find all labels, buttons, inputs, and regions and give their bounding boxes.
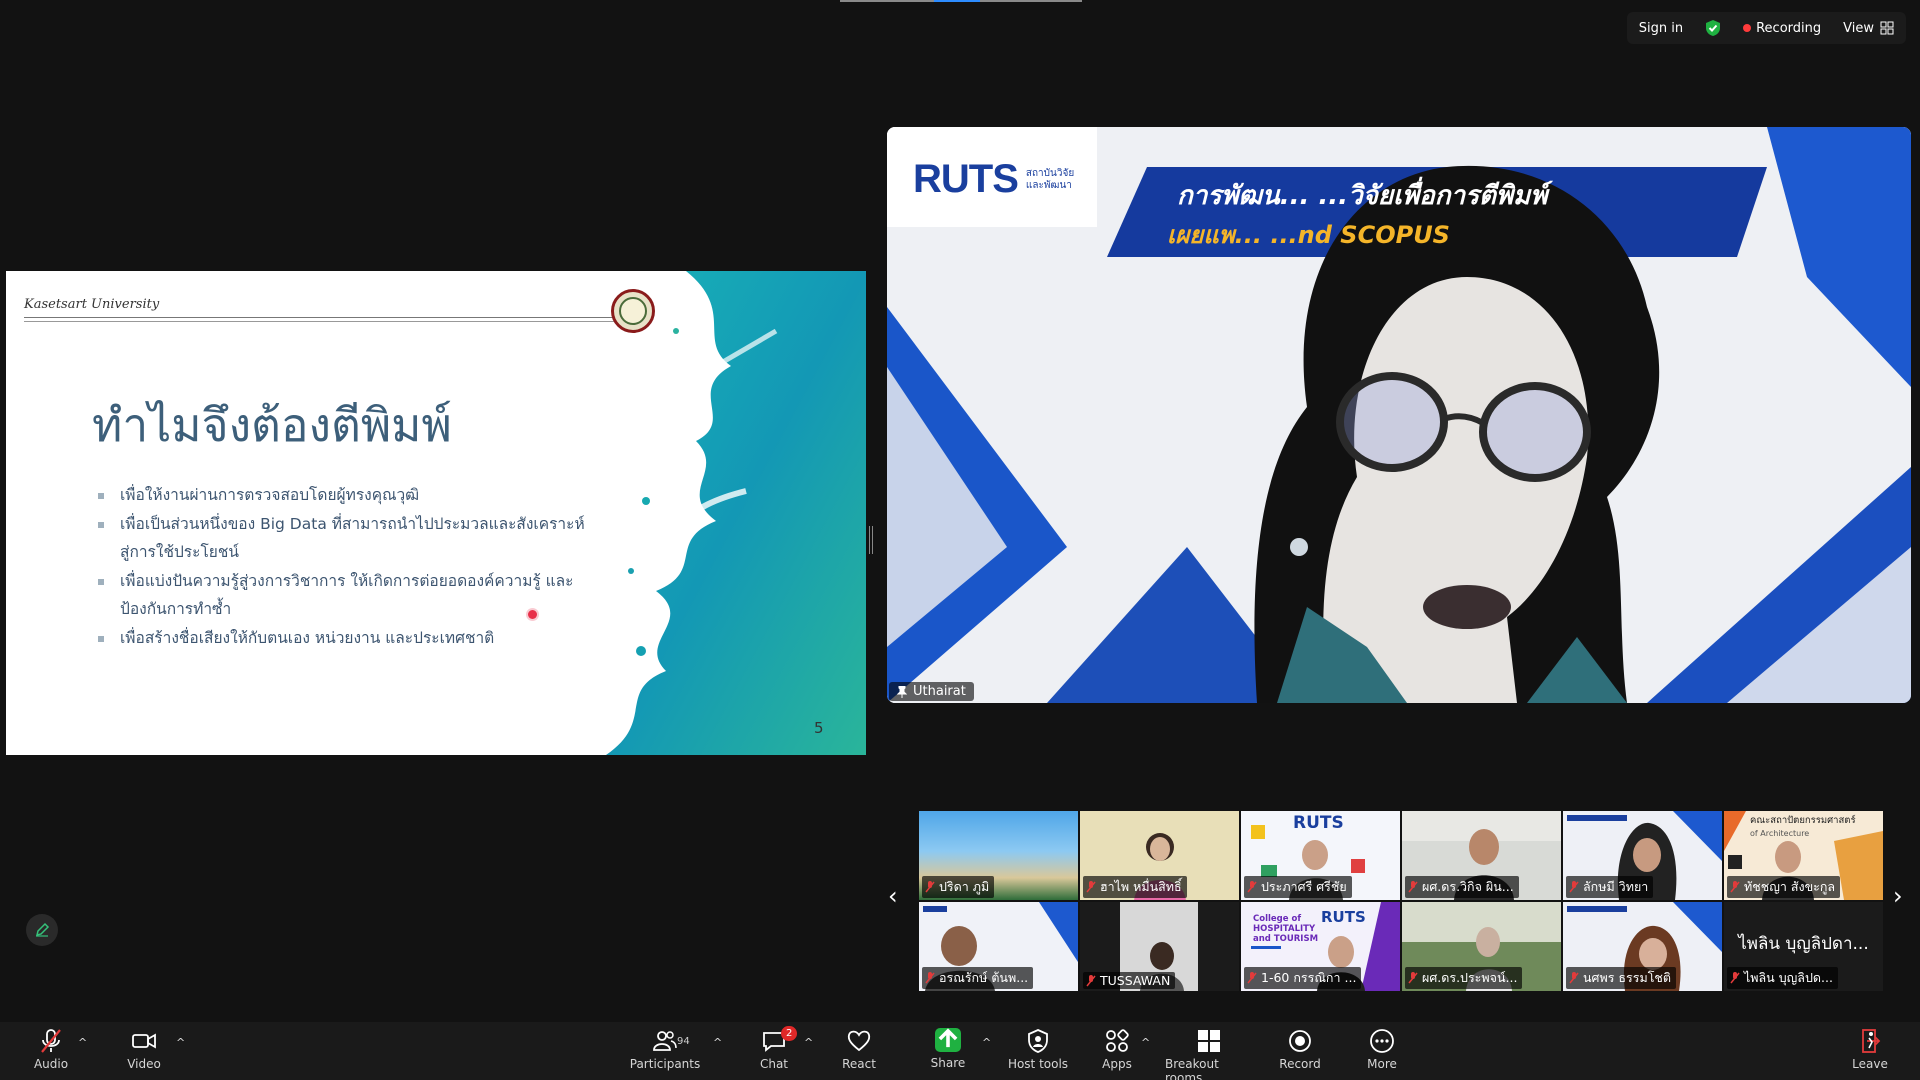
meeting-toolbar: Audio ^ Video ^ 94 Participants ^ 2 Chat… <box>0 1022 1920 1080</box>
view-button[interactable]: View <box>1843 21 1894 36</box>
gallery-next-button[interactable]: › <box>1893 882 1903 910</box>
record-icon <box>1289 1030 1311 1052</box>
participant-tile[interactable]: อรณรักษ์ ต้นพ... <box>919 902 1078 991</box>
chat-unread-badge: 2 <box>781 1026 798 1041</box>
more-button[interactable]: More <box>1339 1028 1425 1071</box>
apps-button[interactable]: Apps <box>1074 1028 1160 1071</box>
apps-options-caret[interactable]: ^ <box>1141 1036 1150 1049</box>
participants-icon <box>653 1031 677 1051</box>
share-arrow-icon <box>938 1027 958 1047</box>
header-rule <box>24 317 614 318</box>
banner-subtitle: เผยแพ... ...nd SCOPUS <box>1167 221 1450 249</box>
university-seal-icon <box>611 289 655 333</box>
mic-muted-icon <box>41 1029 61 1053</box>
speaker-video[interactable]: RUTS สถาบันวิจัย และพัฒนา การพัฒน... ...… <box>887 127 1911 703</box>
mic-off-icon <box>1408 881 1418 893</box>
participant-tile[interactable]: ไพลิน บุญลิปดา... ไพลิน บุญลิปด... <box>1724 902 1883 991</box>
mic-off-icon <box>1569 881 1579 893</box>
participant-tile[interactable]: RUTS ประภาศรี ศรีชัย <box>1241 811 1400 900</box>
slide-title: ทำไมจึงต้องตีพิมพ์ <box>92 398 452 452</box>
participant-tile[interactable]: นศพร ธรรมโชติ <box>1563 902 1722 991</box>
mic-off-icon <box>925 972 935 984</box>
ruts-logo: RUTS สถาบันวิจัย และพัฒนา <box>913 157 1075 201</box>
participant-tile[interactable]: ลักษมี วิทยา <box>1563 811 1722 900</box>
top-right-controls: Sign in Recording View <box>1626 12 1906 44</box>
participant-gallery: ปริดา ภูมิ ฮาไพ หมื่นสิทธิ์ RUTS ประภาศร… <box>919 811 1883 991</box>
mic-off-icon <box>1569 972 1579 984</box>
bullet-item: เพื่อให้งานผ่านการตรวจสอบโดยผู้ทรงคุณวุฒ… <box>94 481 594 510</box>
breakout-rooms-button[interactable]: Breakout rooms <box>1165 1028 1253 1080</box>
recording-dot-icon <box>1743 24 1752 32</box>
apps-icon <box>1106 1029 1129 1052</box>
chat-button[interactable]: 2 Chat <box>731 1026 817 1071</box>
record-button[interactable]: Record <box>1257 1028 1343 1071</box>
resize-handle[interactable] <box>869 526 873 554</box>
annotate-pencil-icon[interactable] <box>26 914 58 946</box>
mic-off-icon <box>1408 972 1418 984</box>
university-name: Kasetsart University <box>24 297 160 312</box>
heart-icon <box>847 1030 871 1052</box>
mic-off-icon <box>1086 974 1096 986</box>
header-rule <box>24 321 614 322</box>
shield-icon[interactable] <box>1705 19 1721 37</box>
gallery-prev-button[interactable]: ‹ <box>888 882 898 910</box>
react-button[interactable]: React <box>816 1028 902 1071</box>
shield-icon <box>1028 1029 1048 1053</box>
share-button[interactable]: Share <box>905 1027 991 1070</box>
video-options-caret[interactable]: ^ <box>176 1036 185 1049</box>
chat-options-caret[interactable]: ^ <box>804 1036 813 1049</box>
top-drag-bar[interactable] <box>840 0 1082 2</box>
leave-door-icon <box>1862 1029 1881 1053</box>
participants-button[interactable]: 94 Participants <box>622 1028 708 1071</box>
meeting-window: Sign in Recording View Kasetsart Univers… <box>0 0 1920 1080</box>
participant-count: 94 <box>677 1036 690 1047</box>
leave-button[interactable]: Leave <box>1827 1028 1913 1071</box>
participant-tile[interactable]: คณะสถาปัตยกรรมศาสตร์ of Architecture ทัช… <box>1724 811 1883 900</box>
sign-in-button[interactable]: Sign in <box>1639 21 1683 36</box>
recording-indicator[interactable]: Recording <box>1743 21 1821 36</box>
mic-off-icon <box>1086 881 1096 893</box>
participant-tile[interactable]: ผศ.ดร.ประพจน์... <box>1402 902 1561 991</box>
breakout-rooms-icon <box>1198 1030 1220 1052</box>
shared-screen[interactable]: Kasetsart University ทำไมจึงต้องตีพิมพ์ … <box>6 271 866 755</box>
participant-tile[interactable]: ปริดา ภูมิ <box>919 811 1078 900</box>
participant-tile[interactable]: ฮาไพ หมื่นสิทธิ์ <box>1080 811 1239 900</box>
participant-name-placeholder: ไพลิน บุญลิปดา... <box>1738 934 1869 954</box>
bullet-item: เพื่อเป็นส่วนหนึ่งของ Big Data ที่สามารถ… <box>94 510 594 567</box>
mic-off-icon <box>1730 972 1740 984</box>
participants-options-caret[interactable]: ^ <box>713 1036 722 1049</box>
host-tools-button[interactable]: Host tools <box>995 1028 1081 1071</box>
mic-off-icon <box>1247 972 1257 984</box>
audio-button[interactable]: Audio <box>8 1028 94 1071</box>
bullet-item: เพื่อแบ่งปันความรู้สู่วงการวิชาการ ให้เก… <box>94 567 594 624</box>
mic-off-icon <box>1730 881 1740 893</box>
video-camera-icon <box>132 1033 156 1049</box>
speaker-name-label: Uthairat <box>889 682 974 701</box>
slide-number: 5 <box>814 719 824 737</box>
participant-tile[interactable]: TUSSAWAN <box>1080 902 1239 991</box>
more-icon <box>1370 1029 1394 1053</box>
video-button[interactable]: Video <box>101 1028 187 1071</box>
audio-options-caret[interactable]: ^ <box>78 1036 87 1049</box>
participant-tile[interactable]: College of HOSPITALITY and TOURISM RUTS … <box>1241 902 1400 991</box>
bullet-list: เพื่อให้งานผ่านการตรวจสอบโดยผู้ทรงคุณวุฒ… <box>94 481 594 652</box>
pin-icon <box>897 685 907 698</box>
mic-off-icon <box>1247 881 1257 893</box>
mic-off-icon <box>925 881 935 893</box>
participant-tile[interactable]: ผศ.ดร.วิกิจ ผิน... <box>1402 811 1561 900</box>
bullet-item: เพื่อสร้างชื่อเสียงให้กับตนเอง หน่วยงาน … <box>94 624 594 653</box>
share-options-caret[interactable]: ^ <box>982 1036 991 1049</box>
grid-icon <box>1880 21 1894 35</box>
watercolor-decoration <box>606 271 866 755</box>
banner-title: การพัฒน... ...วิจัยเพื่อการตีพิมพ์ <box>1177 181 1548 211</box>
laser-pointer-icon <box>528 610 537 619</box>
